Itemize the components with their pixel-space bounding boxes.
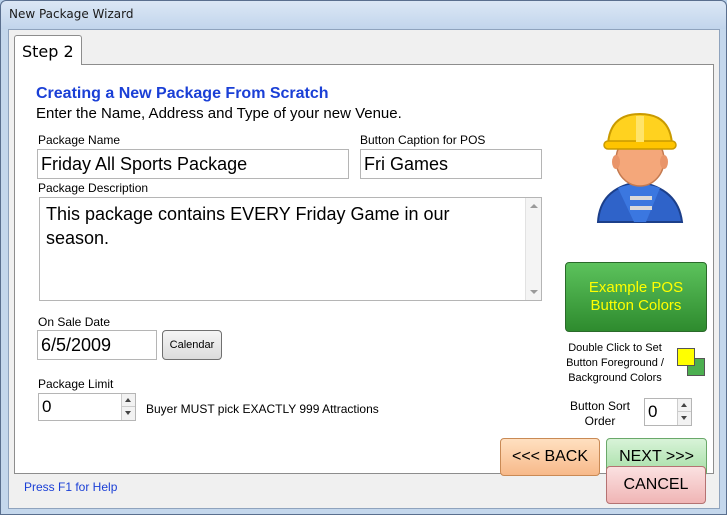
package-name-input[interactable]: Friday All Sports Package <box>37 149 349 179</box>
buyer-note: Buyer MUST pick EXACTLY 999 Attractions <box>146 402 379 416</box>
color-hint: Double Click to Set Button Foreground / … <box>566 342 664 384</box>
construction-worker-icon <box>590 110 690 225</box>
scroll-down-icon[interactable] <box>530 290 538 294</box>
tab-step-2[interactable]: Step 2 <box>14 35 82 65</box>
sort-order-spinner[interactable] <box>677 399 691 425</box>
sort-order-label: Button Sort Order <box>569 399 631 428</box>
sort-order-input[interactable]: 0 <box>644 398 692 426</box>
description-scrollbar[interactable] <box>525 198 541 300</box>
back-button[interactable]: <<< BACK <box>500 438 600 476</box>
step-panel: Creating a New Package From Scratch Ente… <box>14 64 714 476</box>
calendar-button[interactable]: Calendar <box>162 330 222 360</box>
sort-order-value: 0 <box>648 402 658 421</box>
color-swatch[interactable] <box>677 348 709 380</box>
client-area: Step 2 Creating a New Package From Scrat… <box>8 29 720 509</box>
window-title: New Package Wizard <box>9 7 134 21</box>
page-subtitle: Enter the Name, Address and Type of your… <box>36 105 402 122</box>
caption-label: Button Caption for POS <box>360 133 486 147</box>
spin-down-icon[interactable] <box>122 407 135 420</box>
foreground-color-swatch[interactable] <box>677 348 695 366</box>
on-sale-label: On Sale Date <box>38 315 111 329</box>
description-textarea[interactable]: This package contains EVERY Friday Game … <box>39 197 542 301</box>
package-limit-label: Package Limit <box>38 377 114 391</box>
spin-up-icon[interactable] <box>122 394 135 407</box>
on-sale-date-input[interactable]: 6/5/2009 <box>37 330 157 360</box>
scroll-up-icon[interactable] <box>530 204 538 208</box>
spin-up-icon[interactable] <box>678 399 691 412</box>
tab-label: Step 2 <box>22 42 74 61</box>
cancel-button[interactable]: CANCEL <box>606 466 706 504</box>
package-limit-input[interactable]: 0 <box>38 393 136 421</box>
title-bar[interactable]: New Package Wizard <box>1 1 726 29</box>
description-text: This package contains EVERY Friday Game … <box>46 204 450 248</box>
help-hint: Press F1 for Help <box>24 480 118 494</box>
page-title: Creating a New Package From Scratch <box>36 85 329 102</box>
description-label: Package Description <box>38 181 149 195</box>
caption-input[interactable]: Fri Games <box>360 149 542 179</box>
package-limit-value: 0 <box>42 397 52 416</box>
example-pos-button[interactable]: Example POS Button Colors <box>565 262 707 332</box>
wizard-window: New Package Wizard Step 2 Creating a New… <box>0 0 727 515</box>
package-limit-spinner[interactable] <box>121 394 135 420</box>
package-name-label: Package Name <box>38 133 121 147</box>
spin-down-icon[interactable] <box>678 412 691 425</box>
